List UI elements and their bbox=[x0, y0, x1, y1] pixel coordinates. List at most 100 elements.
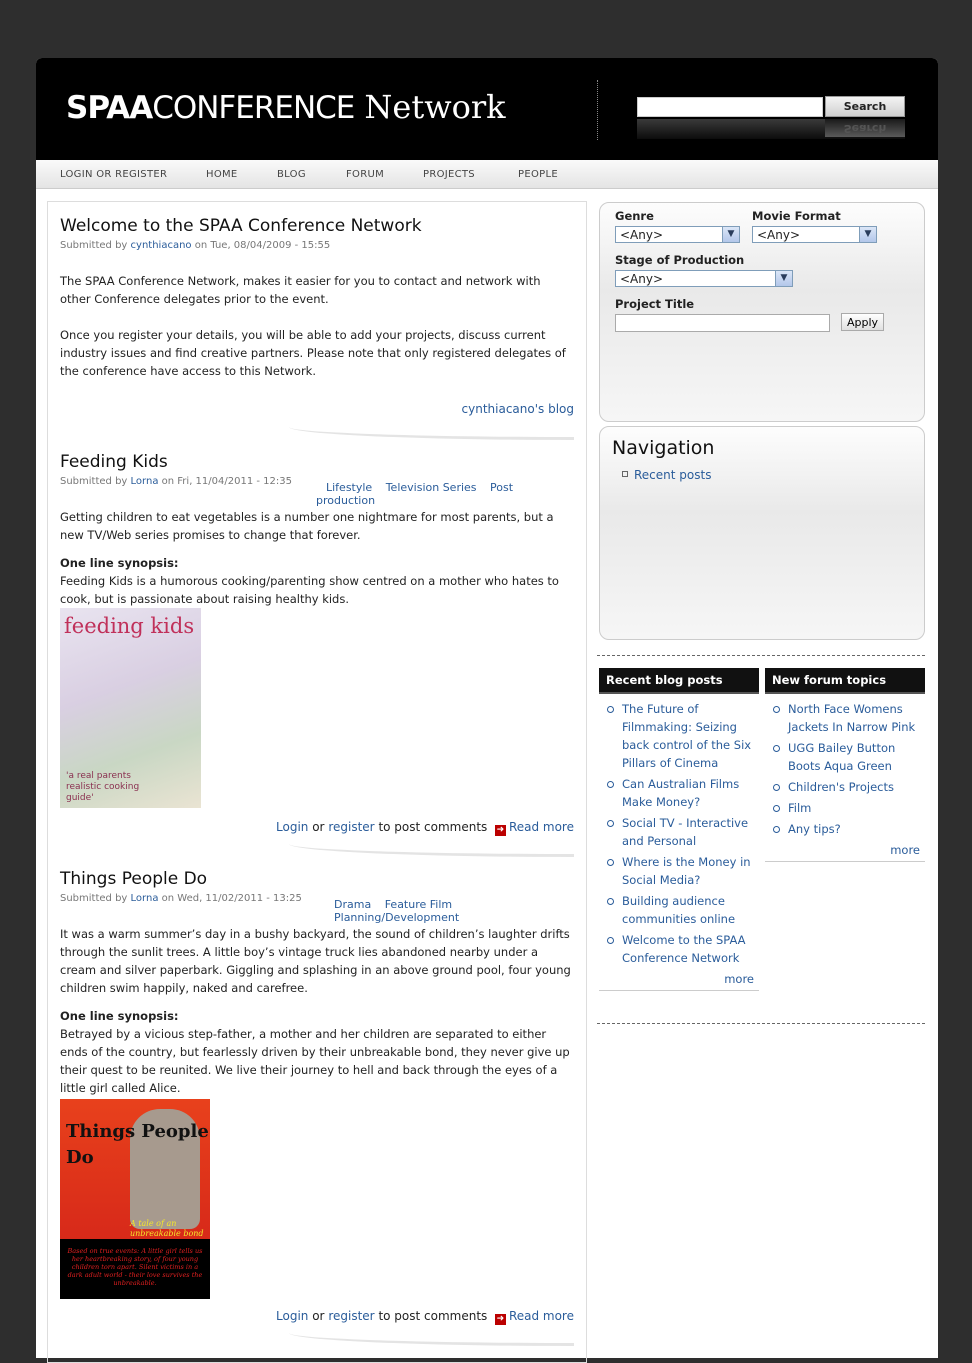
header-divider bbox=[597, 80, 598, 140]
forum-topic-link[interactable]: UGG Bailey Button Boots Aqua Green bbox=[788, 741, 895, 773]
register-link[interactable]: register bbox=[328, 820, 374, 834]
forum-topic-link[interactable]: Film bbox=[788, 801, 811, 815]
bullet-icon bbox=[607, 859, 614, 866]
login-link[interactable]: Login bbox=[276, 1309, 308, 1323]
post-terms: Lifestyle Television Series Post product… bbox=[316, 481, 574, 507]
forum-topic-link[interactable]: North Face Womens Jackets In Narrow Pink bbox=[788, 702, 915, 734]
stage-select[interactable]: <Any> ▼ bbox=[615, 270, 793, 287]
sidebar-divider bbox=[597, 655, 925, 656]
read-more-link[interactable]: Read more bbox=[509, 820, 574, 834]
poster-tagline: A tale of an unbreakable bond bbox=[130, 1219, 204, 1238]
author-link[interactable]: Lorna bbox=[131, 476, 159, 487]
blog-link[interactable]: cynthiacano's blog bbox=[462, 402, 574, 416]
post-things-people-do: Things People Do Submitted by Lorna on W… bbox=[60, 869, 574, 1359]
nav-home[interactable]: HOME bbox=[206, 169, 238, 180]
nav-people[interactable]: PEOPLE bbox=[518, 169, 558, 180]
site-header: SPAACONFERENCE Network Search Search bbox=[36, 58, 938, 160]
post-divider bbox=[289, 427, 574, 440]
read-more-link[interactable]: Read more bbox=[509, 1309, 574, 1323]
movie-format-label: Movie Format bbox=[752, 209, 841, 223]
list-item: Building audience communities online bbox=[599, 892, 759, 928]
term-link[interactable]: Feature Film bbox=[385, 898, 452, 911]
synopsis-label: One line synopsis: bbox=[60, 556, 179, 570]
bullet-icon bbox=[607, 820, 614, 827]
blog-post-link[interactable]: Where is the Money in Social Media? bbox=[622, 855, 751, 887]
term-link[interactable]: Planning/Development bbox=[334, 911, 459, 924]
author-link[interactable]: Lorna bbox=[131, 893, 159, 904]
post-divider bbox=[289, 844, 574, 857]
forum-more-link[interactable]: more bbox=[890, 843, 920, 857]
project-filter-box: Genre <Any> ▼ Movie Format <Any> ▼ Stage… bbox=[599, 202, 925, 422]
post-links: cynthiacano's blog bbox=[462, 402, 574, 416]
project-title-label: Project Title bbox=[615, 297, 695, 311]
list-item: The Future of Filmmaking: Seizing back c… bbox=[599, 700, 759, 772]
bullet-icon bbox=[773, 745, 780, 752]
blog-post-link[interactable]: The Future of Filmmaking: Seizing back c… bbox=[622, 702, 751, 770]
post-feeding-kids: Feeding Kids Submitted by Lorna on Fri, … bbox=[60, 452, 574, 857]
blog-post-link[interactable]: Can Australian Films Make Money? bbox=[622, 777, 739, 809]
recent-blog-posts-title: Recent blog posts bbox=[599, 668, 759, 694]
post-paragraph: Once you register your details, you will… bbox=[60, 328, 566, 378]
nav-recent-posts-item[interactable]: Recent posts bbox=[622, 468, 711, 482]
search-button[interactable]: Search bbox=[825, 96, 905, 117]
post-welcome: Welcome to the SPAA Conference Network S… bbox=[60, 216, 574, 440]
block-underline bbox=[765, 861, 925, 862]
recent-blog-posts-block: Recent blog posts The Future of Filmmaki… bbox=[599, 668, 759, 991]
list-item: Where is the Money in Social Media? bbox=[599, 853, 759, 889]
navigation-title: Navigation bbox=[612, 437, 715, 459]
main-content: Welcome to the SPAA Conference Network S… bbox=[47, 201, 587, 1363]
term-link[interactable]: Television Series bbox=[386, 481, 477, 494]
navigation-box: Navigation Recent posts bbox=[599, 426, 925, 640]
recent-posts-link[interactable]: Recent posts bbox=[634, 468, 711, 482]
bullet-icon bbox=[773, 706, 780, 713]
project-title-input[interactable] bbox=[615, 314, 830, 332]
login-link[interactable]: Login bbox=[276, 820, 308, 834]
list-item: North Face Womens Jackets In Narrow Pink bbox=[765, 700, 925, 736]
list-item: Children's Projects bbox=[765, 778, 925, 796]
nav-forum[interactable]: FORUM bbox=[346, 169, 384, 180]
blog-post-link[interactable]: Welcome to the SPAA Conference Network bbox=[622, 933, 746, 965]
list-item: Film bbox=[765, 799, 925, 817]
term-link[interactable]: Lifestyle bbox=[326, 481, 372, 494]
poster-title: feeding kids bbox=[64, 614, 195, 638]
post-body: It was a warm summer’s day in a bushy ba… bbox=[60, 925, 574, 1097]
feeding-kids-poster[interactable]: feeding kids 'a real parents realistic c… bbox=[60, 608, 201, 808]
synopsis-text: Feeding Kids is a humorous cooking/paren… bbox=[60, 574, 559, 606]
blog-more-link[interactable]: more bbox=[724, 972, 754, 986]
blog-post-link[interactable]: Social TV - Interactive and Personal bbox=[622, 816, 748, 848]
search-input[interactable] bbox=[637, 97, 823, 117]
post-links: Login or register to post comments ➜ Read… bbox=[276, 1309, 574, 1325]
blog-post-link[interactable]: Building audience communities online bbox=[622, 894, 735, 926]
read-more-icon: ➜ bbox=[494, 825, 506, 836]
site-logo[interactable]: SPAACONFERENCE Network bbox=[66, 88, 506, 126]
post-title[interactable]: Welcome to the SPAA Conference Network bbox=[60, 216, 574, 236]
chevron-down-icon: ▼ bbox=[859, 227, 876, 242]
nav-login-register[interactable]: LOGIN OR REGISTER bbox=[60, 169, 167, 180]
synopsis-text: Betrayed by a vicious step-father, a mot… bbox=[60, 1027, 570, 1095]
apply-button[interactable]: Apply bbox=[841, 313, 885, 331]
post-title[interactable]: Feeding Kids bbox=[60, 452, 574, 472]
nav-blog[interactable]: BLOG bbox=[277, 169, 306, 180]
register-link[interactable]: register bbox=[328, 1309, 374, 1323]
post-paragraph: Getting children to eat vegetables is a … bbox=[60, 510, 554, 542]
bullet-icon bbox=[607, 706, 614, 713]
list-item: Social TV - Interactive and Personal bbox=[599, 814, 759, 850]
forum-topic-link[interactable]: Any tips? bbox=[788, 822, 841, 836]
logo-spaa: SPAA bbox=[66, 90, 153, 126]
movie-format-select[interactable]: <Any> ▼ bbox=[752, 226, 877, 243]
post-title[interactable]: Things People Do bbox=[60, 869, 574, 889]
bullet-icon bbox=[607, 937, 614, 944]
genre-select[interactable]: <Any> ▼ bbox=[615, 226, 740, 243]
post-paragraph: It was a warm summer’s day in a bushy ba… bbox=[60, 927, 571, 995]
nav-projects[interactable]: PROJECTS bbox=[423, 169, 475, 180]
author-link[interactable]: cynthiacano bbox=[131, 240, 192, 251]
bullet-icon bbox=[773, 805, 780, 812]
things-people-do-poster[interactable]: Things People Do A tale of an unbreakabl… bbox=[60, 1099, 210, 1299]
forum-topic-link[interactable]: Children's Projects bbox=[788, 780, 894, 794]
term-link[interactable]: Drama bbox=[334, 898, 371, 911]
poster-blurb: Based on true events: A little girl tell… bbox=[67, 1247, 203, 1287]
block-underline bbox=[599, 990, 759, 991]
list-item: Can Australian Films Make Money? bbox=[599, 775, 759, 811]
list-item: UGG Bailey Button Boots Aqua Green bbox=[765, 739, 925, 775]
synopsis-label: One line synopsis: bbox=[60, 1009, 179, 1023]
